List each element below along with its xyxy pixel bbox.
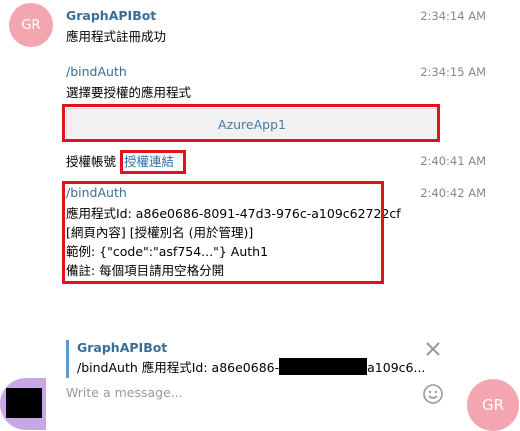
message-timestamp: 2:34:14 AM — [420, 9, 486, 23]
reply-sender-name: GraphAPIBot — [77, 340, 168, 355]
reply-text-suffix: a109c6... — [367, 360, 426, 375]
emoji-icon[interactable] — [422, 383, 444, 405]
bot-avatar[interactable]: GR — [9, 3, 53, 47]
message-input[interactable]: Write a message... — [66, 385, 406, 403]
highlight-box — [62, 104, 440, 142]
message-timestamp: 2:34:15 AM — [420, 65, 486, 79]
message-text: 應用程式註冊成功 — [66, 29, 167, 44]
highlight-box — [62, 181, 384, 284]
bot-avatar-large[interactable]: GR — [467, 379, 519, 431]
bot-avatar-initials: GR — [21, 17, 41, 33]
message-timestamp: 2:40:42 AM — [420, 186, 486, 200]
reply-text-prefix: /bindAuth 應用程式Id: a86e0686- — [77, 360, 280, 375]
redaction-block — [279, 358, 368, 375]
message-text: 選擇要授權的應用程式 — [66, 85, 192, 100]
user-avatar[interactable] — [0, 378, 46, 430]
close-reply-icon[interactable] — [424, 340, 442, 358]
reply-indicator-bar — [66, 340, 69, 378]
message-sender-name[interactable]: GraphAPIBot — [66, 8, 156, 23]
message-text: 授權帳號 — [66, 154, 117, 169]
highlight-box — [120, 150, 186, 174]
bot-avatar-initials: GR — [481, 396, 505, 414]
message-timestamp: 2:40:41 AM — [420, 154, 486, 168]
redaction-block — [6, 388, 42, 418]
bot-command[interactable]: /bindAuth — [66, 64, 127, 79]
reply-preview-text: /bindAuth 應用程式Id: a86e0686- a109c6... — [77, 358, 425, 377]
